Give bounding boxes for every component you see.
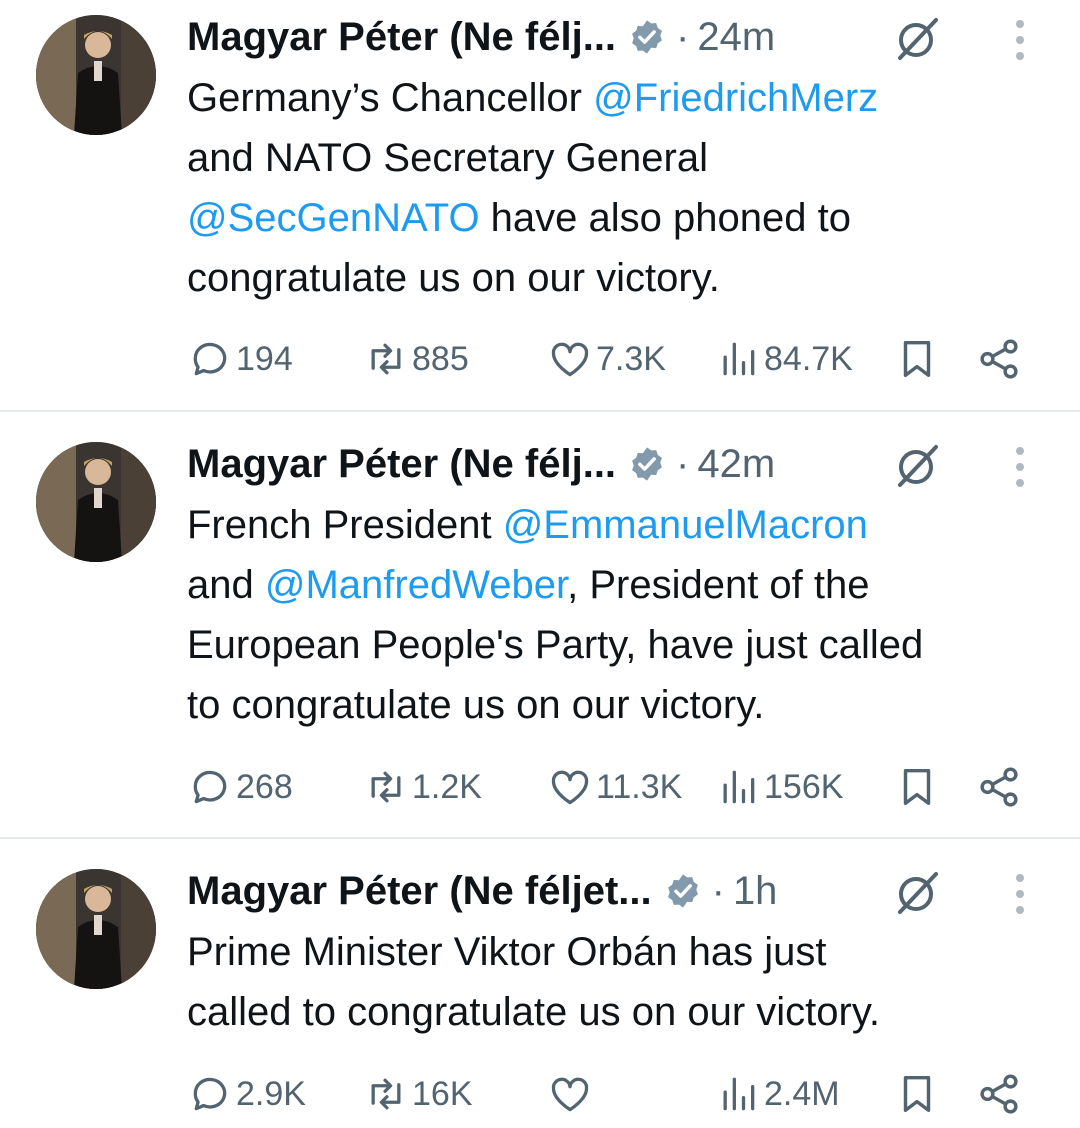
bookmark-button[interactable] [894,757,942,817]
avatar[interactable] [36,869,156,989]
repost-icon [371,771,401,803]
tweet[interactable]: Magyar Péter (Ne félj... · 42m French Pr… [0,412,1080,838]
reply-count: 194 [236,339,293,378]
reply-button[interactable]: 268 [188,757,293,817]
more-options-icon[interactable] [1012,872,1028,916]
views-count: 2.4M [764,1074,840,1113]
author-name[interactable]: Magyar Péter (Ne féljet... [187,869,652,914]
repost-count: 885 [412,339,469,378]
mention-link[interactable]: @EmmanuelMacron [503,503,868,547]
repost-count: 16K [412,1074,473,1113]
tweet-text: French President @EmmanuelMacron and @Ma… [187,495,1047,735]
bookmark-icon [903,340,931,378]
tweet-text-segment: and NATO Secretary General [187,136,708,180]
views-button[interactable]: 2.4M [716,1064,840,1124]
bookmark-button[interactable] [894,329,942,389]
separator-dot: · [676,441,690,486]
like-count: 7.3K [596,339,666,378]
views-button[interactable]: 84.7K [716,329,853,389]
mention-link[interactable]: @SecGenNATO [187,196,480,240]
timestamp[interactable]: 42m [697,442,775,487]
tweet-text: Germany’s Chancellor @FriedrichMerz and … [187,68,1047,308]
repost-button[interactable]: 1.2K [364,757,482,817]
mention-link[interactable]: @ManfredWeber [265,563,567,607]
verified-badge-icon [667,874,698,908]
views-button[interactable]: 156K [716,757,843,817]
more-options-icon[interactable] [1012,18,1028,62]
grok-icon[interactable] [892,12,944,64]
like-button[interactable]: 11.3K [548,757,682,817]
timestamp[interactable]: 24m [697,15,775,60]
tweet[interactable]: Magyar Péter (Ne féljet... · 1h Prime Mi… [0,839,1080,1128]
reply-button[interactable]: 2.9K [188,1064,306,1124]
grok-icon[interactable] [892,866,944,918]
separator-dot: · [676,14,690,59]
tweet-text-segment: Germany’s Chancellor [187,76,594,120]
views-count: 156K [764,767,844,806]
bookmark-icon [903,768,931,806]
share-button[interactable] [976,1064,1024,1124]
like-icon [551,1077,589,1112]
author-name[interactable]: Magyar Péter (Ne félj... [187,15,616,60]
reply-icon [193,342,227,376]
avatar-photo [36,442,156,562]
repost-icon [371,1078,401,1110]
reply-icon [193,770,227,804]
author-name[interactable]: Magyar Péter (Ne félj... [187,442,616,487]
verified-badge-icon [632,447,662,481]
like-icon [551,770,589,805]
share-icon [980,339,1018,379]
tweet-text: Prime Minister Viktor Orbán has just cal… [187,922,1047,1042]
repost-button[interactable]: 885 [364,329,469,389]
repost-icon [371,343,401,375]
views-icon [723,342,755,376]
share-icon [980,767,1018,807]
like-button[interactable] [548,1064,596,1124]
tweet-text-segment: Prime Minister Viktor Orbán has just cal… [187,930,880,1034]
reply-count: 2.9K [236,1074,306,1113]
more-options-icon[interactable] [1012,445,1028,489]
bookmark-icon [903,1075,931,1113]
bookmark-button[interactable] [894,1064,942,1124]
like-button[interactable]: 7.3K [548,329,666,389]
mention-link[interactable]: @FriedrichMerz [593,76,878,120]
views-icon [723,1077,755,1111]
repost-count: 1.2K [412,767,482,806]
avatar-photo [36,869,156,989]
reply-count: 268 [236,767,293,806]
avatar[interactable] [36,15,156,135]
avatar[interactable] [36,442,156,562]
timestamp[interactable]: 1h [733,869,778,914]
repost-button[interactable]: 16K [364,1064,473,1124]
grok-icon[interactable] [892,439,944,491]
share-button[interactable] [976,757,1024,817]
like-icon [551,342,589,377]
verified-badge-icon [632,20,662,54]
separator-dot: · [711,868,725,913]
reply-button[interactable]: 194 [188,329,293,389]
share-icon [980,1074,1018,1114]
reply-icon [193,1077,227,1111]
tweet-text-segment: and [187,563,254,607]
views-icon [723,770,755,804]
views-count: 84.7K [764,339,853,378]
share-button[interactable] [976,329,1024,389]
avatar-photo [36,15,156,135]
tweet[interactable]: Magyar Péter (Ne félj... · 24m Germany’s… [0,0,1080,412]
tweet-text-segment: French President [187,503,503,547]
like-count: 11.3K [596,767,683,806]
